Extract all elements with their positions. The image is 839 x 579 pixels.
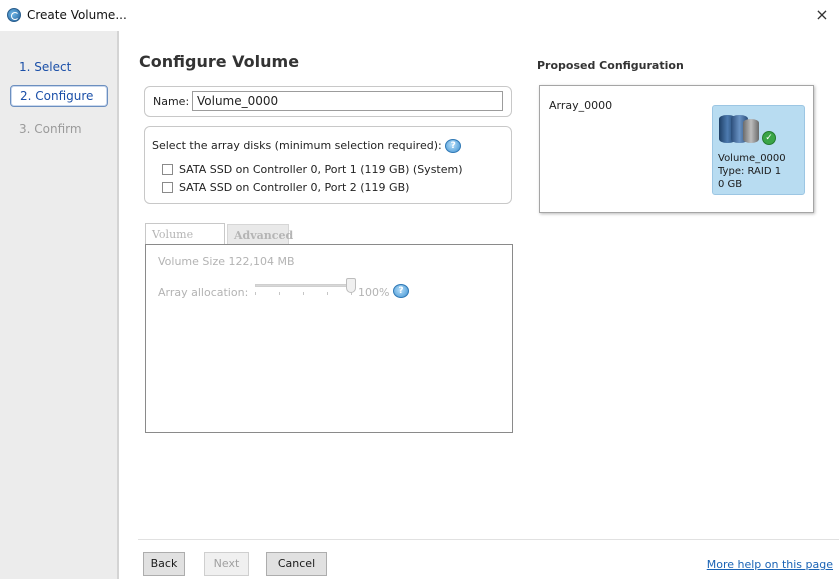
array-name: Array_0000 bbox=[549, 99, 613, 112]
disk-option-port2[interactable]: SATA SSD on Controller 0, Port 2 (119 GB… bbox=[162, 181, 409, 194]
tab-advanced[interactable]: Advanced bbox=[227, 224, 293, 245]
volume-name-input[interactable] bbox=[192, 91, 503, 111]
app-icon bbox=[7, 8, 21, 22]
step-configure[interactable]: 2. Configure bbox=[10, 85, 108, 107]
slider-tick bbox=[255, 292, 256, 295]
array-allocation-slider[interactable] bbox=[255, 278, 356, 295]
slider-tick bbox=[303, 292, 304, 295]
page-title: Configure Volume bbox=[139, 52, 300, 71]
array-allocation-label: Array allocation: bbox=[158, 286, 249, 299]
array-allocation-value: 100% bbox=[358, 286, 390, 299]
disks-header: Select the array disks (minimum selectio… bbox=[152, 139, 462, 153]
name-group: Name: bbox=[144, 86, 512, 117]
volume-name: Volume_0000 bbox=[718, 153, 786, 164]
name-label: Name: bbox=[153, 95, 190, 108]
array-disks-group: Select the array disks (minimum selectio… bbox=[144, 126, 512, 204]
slider-thumb[interactable] bbox=[346, 278, 356, 293]
volume-card[interactable]: ✓ Volume_0000 Type: RAID 1 0 GB bbox=[712, 105, 805, 195]
disks-header-text: Select the array disks (minimum selectio… bbox=[152, 139, 442, 152]
array-card: Array_0000 ✓ Volume_0000 Type: RAID 1 0 … bbox=[539, 85, 814, 213]
proposed-configuration-title: Proposed Configuration bbox=[537, 59, 684, 72]
slider-track bbox=[255, 284, 353, 287]
disk-checkbox[interactable] bbox=[162, 181, 173, 193]
step-confirm: 3. Confirm bbox=[19, 122, 82, 136]
volume-size: 0 GB bbox=[718, 179, 743, 190]
volume-size-text: Volume Size 122,104 MB bbox=[158, 255, 295, 268]
step-select[interactable]: 1. Select bbox=[10, 57, 108, 79]
slider-tick bbox=[327, 292, 328, 295]
tab-volume-size[interactable]: Volume Size bbox=[145, 223, 225, 263]
disk-checkbox[interactable] bbox=[162, 163, 173, 175]
back-button[interactable]: Back bbox=[143, 552, 185, 576]
cancel-button[interactable]: Cancel bbox=[266, 552, 327, 576]
disk-label: SATA SSD on Controller 0, Port 1 (119 GB… bbox=[179, 163, 463, 176]
window-title: Create Volume... bbox=[27, 8, 127, 22]
more-help-link[interactable]: More help on this page bbox=[707, 558, 833, 571]
volume-type: Type: RAID 1 bbox=[718, 166, 782, 177]
volume-disks-icon: ✓ bbox=[719, 115, 776, 145]
footer-divider bbox=[138, 539, 839, 540]
close-icon[interactable]: × bbox=[811, 4, 833, 26]
check-icon: ✓ bbox=[762, 131, 776, 145]
next-button[interactable]: Next bbox=[204, 552, 249, 576]
slider-tick bbox=[279, 292, 280, 295]
help-icon[interactable]: ? bbox=[393, 284, 409, 298]
steps-sidebar: 1. Select 2. Configure 3. Confirm bbox=[0, 31, 119, 579]
volume-size-panel: Volume Size 122,104 MB Array allocation:… bbox=[145, 244, 513, 433]
help-icon[interactable]: ? bbox=[445, 139, 462, 153]
disk-label: SATA SSD on Controller 0, Port 2 (119 GB… bbox=[179, 181, 410, 194]
title-bar: Create Volume... × bbox=[0, 0, 839, 30]
disk-option-port1[interactable]: SATA SSD on Controller 0, Port 1 (119 GB… bbox=[162, 163, 463, 176]
